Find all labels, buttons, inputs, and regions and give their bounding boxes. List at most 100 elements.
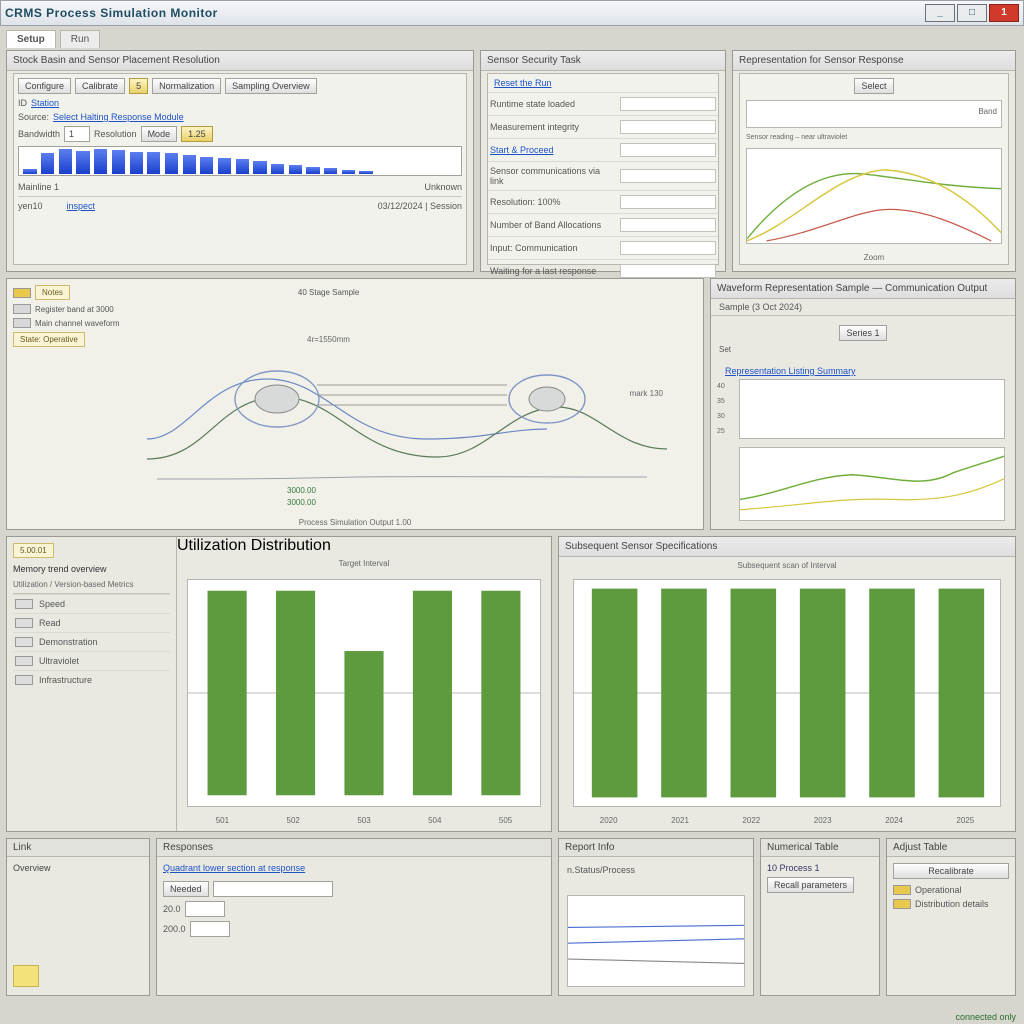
meta-a: Mainline 1: [18, 182, 59, 192]
summary-row: Resolution: 100%: [490, 197, 614, 207]
bandwidth-field[interactable]: 1: [64, 126, 90, 142]
fc1-hdr: Link: [7, 839, 149, 857]
btn-sampling[interactable]: Sampling Overview: [225, 78, 317, 94]
source-label: ID: [18, 98, 27, 108]
trend-mini-plot-2: [739, 447, 1005, 521]
tab-setup[interactable]: Setup: [6, 30, 56, 48]
panel-config: Stock Basin and Sensor Placement Resolut…: [6, 50, 474, 272]
btn-mode[interactable]: Mode: [141, 126, 178, 142]
ytick: 35: [717, 394, 725, 409]
summary-row: Measurement integrity: [490, 122, 614, 132]
fc2-btn1[interactable]: Needed: [163, 881, 209, 897]
fc2-link[interactable]: Quadrant lower section at response: [163, 863, 305, 873]
reset-link[interactable]: Reset the Run: [494, 78, 552, 88]
summary-row: Runtime state loaded: [490, 99, 614, 109]
btn-configure[interactable]: Configure: [18, 78, 71, 94]
fc2-field1[interactable]: [213, 881, 333, 897]
bandwidth-label: Bandwidth: [18, 129, 60, 139]
xcat: 504: [428, 816, 441, 825]
g4[interactable]: Ultraviolet: [39, 656, 79, 666]
btn-calibrate[interactable]: Calibrate: [75, 78, 125, 94]
btn-recalibrate[interactable]: Recalibrate: [893, 863, 1009, 879]
tab-run[interactable]: Run: [60, 30, 100, 48]
fc2-hdr: Responses: [157, 839, 551, 857]
footer-cell-1: Link Overview: [6, 838, 150, 996]
trend-link[interactable]: Representation Listing Summary: [725, 366, 856, 376]
ytick: 40: [717, 379, 725, 394]
fc1-body: Overview: [7, 857, 149, 879]
anno-right: mark 130: [630, 389, 663, 398]
btn-select-response[interactable]: Select: [854, 78, 893, 94]
fc2-r3: 200.0: [163, 924, 186, 934]
fc2-r2: 20.0: [163, 904, 181, 914]
panel-trend-subtitle: Sample (3 Oct 2024): [711, 299, 1015, 316]
footer-cell-5: Adjust Table Recalibrate Operational Dis…: [886, 838, 1016, 996]
legend-l3: Main channel waveform: [35, 319, 119, 328]
g5[interactable]: Infrastructure: [39, 675, 92, 685]
halting-link[interactable]: Select Halting Response Module: [53, 112, 184, 122]
schematic-footer: Process Simulation Output 1.00: [7, 518, 703, 527]
fc5-hdr: Adjust Table: [887, 839, 1015, 857]
legend-l2: Register band at 3000: [35, 305, 114, 314]
fc2-field2[interactable]: [185, 901, 225, 917]
fc3-hdr: Report Info: [559, 839, 753, 857]
panel-summary: Sensor Security Task Reset the Run Runti…: [480, 50, 726, 272]
panel-trend-header: Waveform Representation Sample — Communi…: [711, 279, 1015, 299]
workspace-tabstrip: Setup Run: [0, 26, 1024, 48]
window-close-button[interactable]: 1: [989, 4, 1019, 22]
g3[interactable]: Demonstration: [39, 637, 98, 647]
xcat: 2023: [814, 816, 832, 825]
xcat: 501: [216, 816, 229, 825]
chip-notes[interactable]: Notes: [35, 285, 70, 300]
summary-row-link[interactable]: Start & Proceed: [490, 145, 614, 155]
footer-cell-2: Responses Quadrant lower section at resp…: [156, 838, 552, 996]
g1[interactable]: Speed: [39, 599, 65, 609]
xcat: 505: [499, 816, 512, 825]
response-axis-strip: Band: [746, 100, 1002, 128]
schematic-canvas: [127, 289, 687, 519]
ytick: 30: [717, 409, 725, 424]
btn-ratio[interactable]: 1.25: [181, 126, 213, 142]
running-label: Source:: [18, 112, 49, 122]
bars-a-header: Utilization Distribution: [177, 537, 551, 555]
xcat: 2024: [885, 816, 903, 825]
g2[interactable]: Read: [39, 618, 61, 628]
chip-state: State: Operative: [13, 332, 85, 347]
series-label: Sensor reading – near ultraviolet: [746, 134, 1002, 141]
panel-schematic: Notes40 Stage Sample Register band at 30…: [6, 278, 704, 530]
xcat: 2020: [600, 816, 618, 825]
fc2-field3[interactable]: [190, 921, 230, 937]
summary-val: [620, 120, 716, 134]
summary-row: Sensor communications via link: [490, 166, 614, 186]
fc5-btn[interactable]: Recall parameters: [767, 877, 854, 893]
summary-val: [620, 97, 716, 111]
fc4-hdr: Numerical Table: [761, 839, 879, 857]
panel-response-header: Representation for Sensor Response: [733, 51, 1015, 71]
bars-a-plot: [187, 579, 541, 807]
summary-row: Waiting for a last response: [490, 266, 614, 276]
fc3-mini: [567, 895, 745, 987]
summary-val: [620, 143, 716, 157]
side-h2: Memory trend overview: [13, 564, 170, 574]
window-maximize-button[interactable]: □: [957, 4, 987, 22]
window-minimize-button[interactable]: _: [925, 4, 955, 22]
fc6-r2: Distribution details: [915, 899, 989, 909]
footer-right: 03/12/2024 | Session: [378, 201, 462, 211]
trend-tab-series[interactable]: Series 1: [839, 325, 886, 341]
spectrum-histogram: [18, 146, 462, 176]
panel-bars-a: 5.00.01 Memory trend overview Utilizatio…: [6, 536, 552, 832]
inspect-link[interactable]: inspect: [67, 201, 96, 211]
bars-b-sub: Subsequent scan of Interval: [559, 557, 1015, 574]
response-curve-plot: [746, 148, 1002, 244]
thumb-icon[interactable]: [13, 965, 39, 987]
btn-normalization[interactable]: Normalization: [152, 78, 221, 94]
below-2: 3000.00: [287, 498, 316, 507]
btn-count[interactable]: 5: [129, 78, 148, 94]
fc3-val: n.Status/Process: [559, 857, 753, 883]
source-link[interactable]: Station: [31, 98, 59, 108]
footer-cell-3: Report Info n.Status/Process: [558, 838, 754, 996]
side-h3: Utilization / Version-based Metrics: [13, 580, 170, 594]
bars-b-plot: [573, 579, 1001, 807]
bars-b-header: Subsequent Sensor Specifications: [559, 537, 1015, 557]
panel-bars-b: Subsequent Sensor Specifications Subsequ…: [558, 536, 1016, 832]
